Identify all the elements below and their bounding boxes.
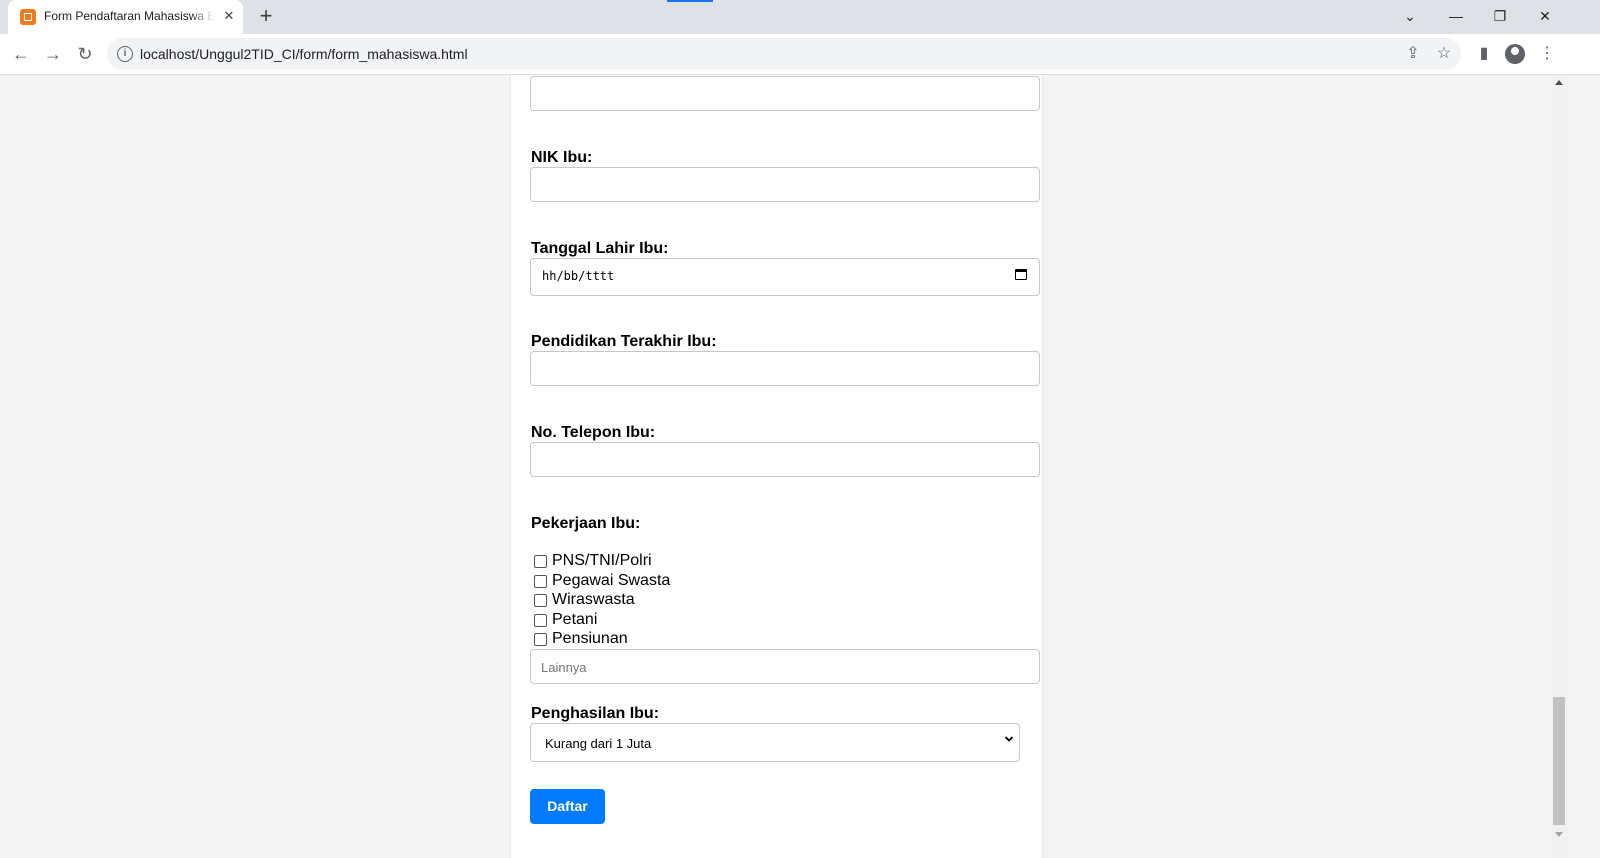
side-panel-icon[interactable]: ▮ (1470, 40, 1498, 68)
tab-loading-indicator (667, 0, 713, 2)
pekerjaan-checkbox[interactable] (534, 633, 547, 646)
minimize-button[interactable]: — (1441, 4, 1471, 28)
pendidikan-ibu-input[interactable] (530, 351, 1040, 386)
profile-avatar-icon[interactable] (1505, 44, 1525, 64)
pekerjaan-lainnya-input[interactable]: Lainnya (530, 649, 1040, 684)
daftar-submit-button[interactable]: Daftar (530, 789, 605, 824)
chevron-down-icon (1004, 736, 1014, 742)
pekerjaan-option-label: Pensiunan (552, 630, 628, 647)
share-icon[interactable]: ⇪ (1402, 43, 1424, 65)
pendidikan-ibu-label: Pendidikan Terakhir Ibu: (531, 333, 717, 350)
tab-title: Form Pendaftaran Mahasiswa Baru (44, 9, 214, 25)
bookmark-star-icon[interactable]: ☆ (1433, 43, 1455, 65)
pekerjaan-checkbox[interactable] (534, 594, 547, 607)
forward-arrow-icon[interactable]: → (39, 40, 67, 68)
tab-strip: Form Pendaftaran Mahasiswa Baru ✕ + ⌄ — … (0, 0, 1600, 34)
penghasilan-ibu-label: Penghasilan Ibu: (531, 705, 660, 722)
menu-kebab-icon[interactable]: ⋮ (1533, 40, 1561, 68)
penghasilan-selected-value: Kurang dari 1 Juta (545, 736, 652, 751)
pekerjaan-option-label: Wiraswasta (552, 591, 635, 608)
tab-search-button[interactable]: ⌄ (1395, 4, 1425, 28)
pekerjaan-checkbox[interactable] (534, 555, 547, 568)
url-text[interactable]: localhost/Unggul2TID_CI/form/form_mahasi… (140, 46, 468, 62)
new-tab-button[interactable]: + (254, 5, 278, 29)
back-arrow-icon[interactable]: ← (7, 40, 35, 68)
pekerjaan-ibu-label: Pekerjaan Ibu: (531, 515, 641, 532)
scroll-up-arrow-icon[interactable] (1555, 80, 1563, 85)
date-placeholder: hh/bb/tttt (542, 269, 615, 283)
browser-toolbar: ← → ↻ i localhost/Unggul2TID_CI/form/for… (0, 34, 1600, 75)
penghasilan-ibu-select[interactable]: Kurang dari 1 Juta (530, 723, 1020, 762)
address-bar[interactable]: i localhost/Unggul2TID_CI/form/form_maha… (107, 38, 1461, 70)
browser-tab[interactable]: Form Pendaftaran Mahasiswa Baru ✕ (8, 0, 243, 34)
tanggal-lahir-ibu-input[interactable]: hh/bb/tttt (530, 258, 1040, 296)
form-card: NIK Ibu: Tanggal Lahir Ibu: hh/bb/tttt P… (511, 75, 1042, 858)
nik-ibu-input[interactable] (530, 167, 1040, 202)
lainnya-placeholder: Lainnya (541, 660, 587, 675)
reload-icon[interactable]: ↻ (71, 40, 99, 68)
restore-button[interactable]: ❐ (1485, 4, 1515, 28)
previous-field-input[interactable] (530, 76, 1040, 111)
pekerjaan-checkbox[interactable] (534, 575, 547, 588)
telepon-ibu-input[interactable] (530, 442, 1040, 477)
tab-close-icon[interactable]: ✕ (220, 7, 238, 25)
xampp-favicon-icon (20, 9, 36, 25)
pekerjaan-option-label: PNS/TNI/Polri (552, 552, 652, 569)
scroll-down-arrow-icon[interactable] (1555, 832, 1563, 837)
nik-ibu-label: NIK Ibu: (531, 149, 593, 166)
pekerjaan-option-label: Petani (552, 611, 598, 628)
tanggal-lahir-ibu-label: Tanggal Lahir Ibu: (531, 240, 669, 257)
telepon-ibu-label: No. Telepon Ibu: (531, 424, 656, 441)
pekerjaan-option-label: Pegawai Swasta (552, 572, 671, 589)
close-window-button[interactable]: ✕ (1530, 4, 1560, 28)
pekerjaan-checkbox[interactable] (534, 614, 547, 627)
site-info-icon[interactable]: i (117, 46, 133, 62)
page-viewport: NIK Ibu: Tanggal Lahir Ibu: hh/bb/tttt P… (0, 75, 1551, 858)
calendar-icon[interactable] (1015, 269, 1027, 280)
scrollbar-thumb[interactable] (1553, 697, 1565, 825)
vertical-scrollbar[interactable] (1551, 75, 1568, 858)
